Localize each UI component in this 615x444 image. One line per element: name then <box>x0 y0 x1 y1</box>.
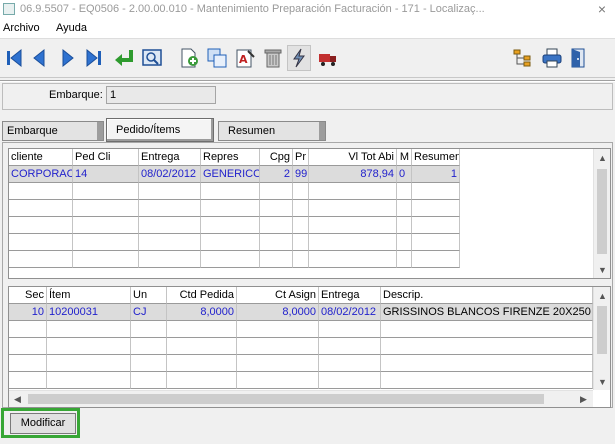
table-cell[interactable]: 10 <box>9 304 47 321</box>
table-cell[interactable]: 8,0000 <box>237 304 319 321</box>
scroll-right-icon[interactable]: ▶ <box>575 391 592 407</box>
table-cell[interactable]: GRISSINOS BLANCOS FIRENZE 20X250 <box>381 304 593 321</box>
table-cell[interactable]: 2 <box>260 166 293 183</box>
column-header[interactable]: Un <box>131 287 167 304</box>
table-cell[interactable]: 878,94 <box>309 166 397 183</box>
scroll-thumb[interactable] <box>597 169 607 254</box>
table-cell[interactable]: 1 <box>412 166 460 183</box>
column-header[interactable]: Resumen <box>412 149 460 166</box>
tab-edge <box>97 122 103 140</box>
column-header[interactable]: Vl Tot Abi <box>309 149 397 166</box>
column-header[interactable]: cliente <box>9 149 73 166</box>
menu-archivo[interactable]: Archivo <box>3 22 40 34</box>
exit-icon[interactable] <box>567 45 591 71</box>
truck-icon[interactable] <box>316 45 340 71</box>
column-header[interactable]: Pr <box>293 149 309 166</box>
orders-vertical-scrollbar[interactable]: ▲ ▼ <box>593 149 610 278</box>
column-header[interactable]: Cpg <box>260 149 293 166</box>
column-header[interactable]: Entrega <box>319 287 381 304</box>
scroll-up-icon[interactable]: ▲ <box>594 287 610 304</box>
column-header[interactable]: Ped Cli <box>73 149 139 166</box>
scroll-left-icon[interactable]: ◀ <box>9 391 26 407</box>
table-cell[interactable]: CORPORAC <box>9 166 73 183</box>
first-record-icon[interactable] <box>2 45 26 71</box>
return-icon[interactable] <box>112 45 136 71</box>
copy-icon[interactable] <box>205 45 229 71</box>
edit-text-icon[interactable]: A <box>233 45 257 71</box>
table-cell[interactable]: 14 <box>73 166 139 183</box>
tab-label: Resumen <box>228 125 276 137</box>
scroll-down-icon[interactable]: ▼ <box>594 261 610 278</box>
items-vertical-scrollbar[interactable]: ▲ ▼ <box>593 287 610 390</box>
tab-pedido-items[interactable]: Pedido/Ítems <box>106 118 214 142</box>
column-header[interactable]: Ítem <box>47 287 131 304</box>
tab-label: Pedido/Ítems <box>116 124 181 136</box>
column-header[interactable]: Ctd Pedida <box>167 287 237 304</box>
table-cell[interactable]: CJ <box>131 304 167 321</box>
items-horizontal-scrollbar[interactable]: ◀ ▶ <box>9 390 593 407</box>
items-grid: Sec Ítem Un Ctd Pedida Ct Asign Entrega … <box>8 286 611 408</box>
lightning-icon[interactable] <box>287 45 311 71</box>
column-header[interactable]: Entrega <box>139 149 201 166</box>
scroll-thumb[interactable] <box>597 306 607 354</box>
menu-ayuda[interactable]: Ayuda <box>56 22 87 34</box>
table-cell[interactable]: 10200031 <box>47 304 131 321</box>
table-cell[interactable]: 0 <box>397 166 412 183</box>
scroll-thumb[interactable] <box>28 394 544 404</box>
tab-label: Embarque <box>7 125 58 137</box>
embarque-label: Embarque: <box>49 89 103 101</box>
scroll-down-icon[interactable]: ▼ <box>594 373 610 390</box>
tab-embarque[interactable]: Embarque <box>2 121 104 141</box>
scroll-up-icon[interactable]: ▲ <box>594 149 610 166</box>
column-header[interactable]: Repres <box>201 149 260 166</box>
table-cell[interactable]: GENERICO <box>201 166 260 183</box>
orders-grid: cliente Ped Cli Entrega Repres Cpg Pr Vl… <box>8 148 611 279</box>
column-header[interactable]: Descrip. <box>381 287 593 304</box>
last-record-icon[interactable] <box>82 45 106 71</box>
column-header[interactable]: Ct Asign <box>237 287 319 304</box>
preview-icon[interactable] <box>140 45 164 71</box>
close-icon[interactable]: × <box>593 1 611 17</box>
separator <box>0 80 615 82</box>
highlight-box <box>1 408 80 438</box>
tab-resumen[interactable]: Resumen <box>218 121 326 141</box>
previous-record-icon[interactable] <box>28 45 52 71</box>
table-cell[interactable]: 8,0000 <box>167 304 237 321</box>
menu-bar: Archivo Ayuda <box>0 20 615 38</box>
column-header[interactable]: Sec <box>9 287 47 304</box>
app-icon <box>3 3 15 15</box>
column-header[interactable]: M <box>397 149 412 166</box>
tab-edge <box>319 122 325 140</box>
delete-icon[interactable] <box>261 45 285 71</box>
window-title: 06.9.5507 - EQ0506 - 2.00.00.010 - Mante… <box>20 3 485 15</box>
table-cell[interactable]: 99 <box>293 166 309 183</box>
next-record-icon[interactable] <box>55 45 79 71</box>
embarque-field: 1 <box>106 86 216 104</box>
tree-icon[interactable] <box>511 45 535 71</box>
toolbar: A <box>0 38 615 78</box>
table-cell[interactable]: 08/02/2012 <box>319 304 381 321</box>
new-icon[interactable] <box>177 45 201 71</box>
table-cell[interactable]: 08/02/2012 <box>139 166 201 183</box>
print-icon[interactable] <box>540 45 564 71</box>
svg-text:A: A <box>239 53 248 66</box>
title-bar: 06.9.5507 - EQ0506 - 2.00.00.010 - Mante… <box>0 0 615 20</box>
